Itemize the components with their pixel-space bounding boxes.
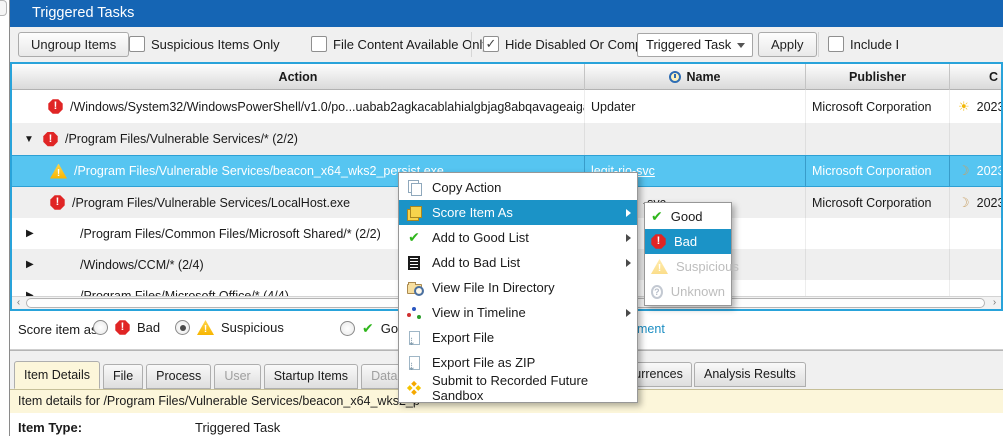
submenu-item-suspicious: Suspicious <box>645 254 731 279</box>
scroll-right-icon[interactable]: › <box>988 297 1001 309</box>
column-header-name[interactable]: Name <box>585 64 806 90</box>
menu-item-view-file-in-directory[interactable]: View File In Directory <box>399 275 637 300</box>
score-stack-icon <box>407 206 421 220</box>
submenu-arrow-icon <box>626 259 631 267</box>
checkbox-label: File Content Available Only <box>333 37 489 52</box>
column-header-action[interactable]: Action <box>12 64 585 90</box>
checkbox-box[interactable] <box>129 36 145 52</box>
bad-list-icon <box>408 256 420 270</box>
menu-item-submit-to-sandbox[interactable]: Submit to Recorded Future Sandbox <box>399 375 637 400</box>
triggered-tasks-window: Triggered Tasks Ungroup Items Suspicious… <box>0 0 1003 436</box>
score-radio-suspicious[interactable]: Suspicious <box>175 320 284 335</box>
task-type-dropdown[interactable]: Triggered Task Type <box>637 33 753 57</box>
bad-score-icon <box>50 195 65 210</box>
export-icon <box>409 331 420 345</box>
menu-item-export-file-as-zip[interactable]: Export File as ZIP <box>399 350 637 375</box>
collapsed-caret-icon[interactable]: ▶ <box>26 259 38 270</box>
submenu-arrow-icon <box>626 209 631 217</box>
apply-button[interactable]: Apply <box>758 32 817 57</box>
partial-link-text[interactable]: ment <box>637 322 665 336</box>
tab-item-details[interactable]: Item Details <box>14 361 100 389</box>
checkbox-box[interactable] <box>828 36 844 52</box>
table-row[interactable]: /Windows/System32/WindowsPowerShell/v1.0… <box>12 90 1001 123</box>
expanded-caret-icon[interactable]: ▼ <box>24 134 36 145</box>
scrollbar-thumb[interactable] <box>0 0 7 16</box>
menu-item-copy-action[interactable]: Copy Action <box>399 175 637 200</box>
score-item-as-label: Score item as <box>18 322 97 337</box>
good-check-icon: ✔ <box>408 229 420 246</box>
toolbar-separator <box>818 32 819 57</box>
checkbox-box-checked[interactable] <box>483 36 499 52</box>
clock-icon <box>669 71 681 83</box>
suspicious-only-checkbox[interactable]: Suspicious Items Only <box>129 35 280 53</box>
item-details-for-text: Item details for /Program Files/Vulnerab… <box>18 390 420 413</box>
scroll-left-icon[interactable]: ‹ <box>12 297 25 309</box>
submenu-item-bad[interactable]: Bad <box>645 229 731 254</box>
menu-item-score-item-as[interactable]: Score Item As <box>399 200 637 225</box>
export-icon <box>409 356 420 370</box>
item-type-label: Item Type: <box>18 420 82 435</box>
submenu-arrow-icon <box>626 309 631 317</box>
adjacent-panel-edge <box>0 0 10 436</box>
warning-icon <box>197 320 214 335</box>
sandbox-icon <box>406 379 423 396</box>
item-type-value: Triggered Task <box>195 420 280 435</box>
menu-item-add-to-bad-list[interactable]: Add to Bad List <box>399 250 637 275</box>
item-details-body: Item Type: Triggered Task <box>10 413 1003 436</box>
table-group-row[interactable]: ▼/Program Files/Vulnerable Services/* (2… <box>12 123 1001 155</box>
menu-item-view-in-timeline[interactable]: View in Timeline <box>399 300 637 325</box>
column-header-created[interactable]: C <box>950 64 1001 90</box>
toolbar: Ungroup Items Suspicious Items Only File… <box>10 27 1003 62</box>
warning-icon <box>651 259 668 274</box>
folder-search-icon <box>407 284 422 294</box>
toolbar-separator <box>471 32 472 57</box>
good-check-icon: ✔ <box>651 208 663 225</box>
tab-process[interactable]: Process <box>146 364 211 389</box>
panel-title: Triggered Tasks <box>32 0 134 27</box>
moon-icon: ☽ <box>958 195 970 211</box>
checkbox-label: Include I <box>850 37 899 52</box>
radio-button-selected[interactable] <box>175 320 190 335</box>
bad-score-icon <box>43 132 58 147</box>
timeline-icon <box>406 306 422 319</box>
tab-file[interactable]: File <box>103 364 143 389</box>
radio-button[interactable] <box>93 320 108 335</box>
ungroup-items-button[interactable]: Ungroup Items <box>18 32 129 57</box>
sun-icon: ☀ <box>958 99 970 115</box>
menu-item-export-file[interactable]: Export File <box>399 325 637 350</box>
unknown-icon: ? <box>651 285 663 299</box>
moon-icon: ☽ <box>958 163 970 179</box>
bad-icon <box>115 320 130 335</box>
include-checkbox[interactable]: Include I <box>828 35 899 53</box>
checkbox-box[interactable] <box>311 36 327 52</box>
collapsed-caret-icon[interactable]: ▶ <box>26 228 38 239</box>
tab-analysis-results[interactable]: Analysis Results <box>694 362 806 387</box>
copy-icon <box>408 180 421 195</box>
suspicious-score-icon <box>50 164 67 179</box>
tab-startup-items[interactable]: Startup Items <box>264 364 358 389</box>
chevron-down-icon <box>737 43 745 48</box>
checkbox-label: Suspicious Items Only <box>151 37 280 52</box>
column-header-publisher[interactable]: Publisher <box>806 64 950 90</box>
radio-button[interactable] <box>340 321 355 336</box>
score-submenu: ✔ Good Bad Suspicious ? Unknown <box>644 202 732 306</box>
file-content-available-checkbox[interactable]: File Content Available Only <box>311 35 489 53</box>
submenu-item-good[interactable]: ✔ Good <box>645 204 731 229</box>
score-radio-bad[interactable]: Bad <box>93 320 160 335</box>
bad-icon <box>651 234 666 249</box>
submenu-item-unknown: ? Unknown <box>645 279 731 304</box>
panel-titlebar: Triggered Tasks <box>10 0 1003 27</box>
good-check-icon: ✔ <box>362 320 374 337</box>
submenu-arrow-icon <box>626 234 631 242</box>
table-header: Action Name Publisher C <box>12 64 1001 90</box>
menu-item-add-to-good-list[interactable]: ✔ Add to Good List <box>399 225 637 250</box>
tab-user: User <box>214 364 260 389</box>
bad-score-icon <box>48 99 63 114</box>
context-menu: Copy Action Score Item As ✔ Add to Good … <box>398 172 638 403</box>
